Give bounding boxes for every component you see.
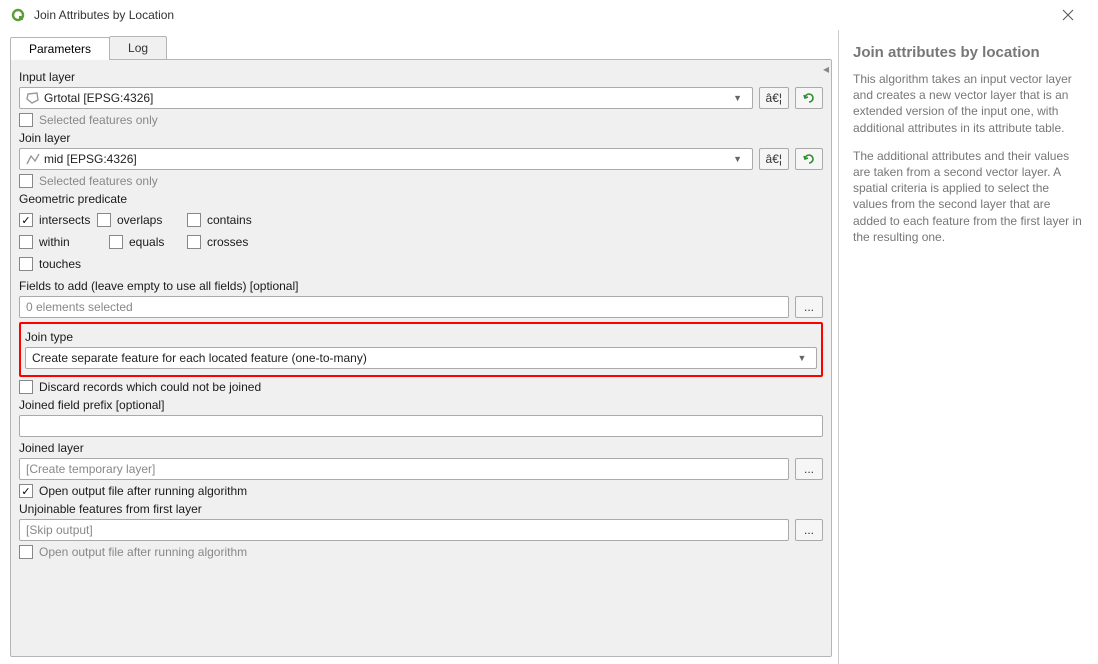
tab-log[interactable]: Log xyxy=(109,36,167,59)
join-type-combo[interactable]: Create separate feature for each located… xyxy=(25,347,817,369)
checkbox-icon: ✓ xyxy=(19,484,33,498)
input-layer-iterate-button[interactable] xyxy=(795,87,823,109)
chevron-down-icon: ▼ xyxy=(794,353,810,363)
join-layer-combo[interactable]: mid [EPSG:4326] ▼ xyxy=(19,148,753,170)
predicate-crosses-checkbox[interactable]: crosses xyxy=(187,235,277,249)
prefix-input[interactable] xyxy=(19,415,823,437)
chevron-down-icon: ▼ xyxy=(730,154,746,164)
left-panel: Parameters Log ◂ Input layer Grtotal [EP… xyxy=(0,30,838,664)
discard-unjoined-checkbox[interactable]: Discard records which could not be joine… xyxy=(19,380,823,394)
input-layer-label: Input layer xyxy=(19,70,823,84)
parameters-panel: ◂ Input layer Grtotal [EPSG:4326] ▼ â€¦ xyxy=(10,59,832,657)
tab-parameters[interactable]: Parameters xyxy=(10,37,110,60)
input-layer-browse-button[interactable]: â€¦ xyxy=(759,87,789,109)
discard-unjoined-label: Discard records which could not be joine… xyxy=(39,380,261,394)
window-title: Join Attributes by Location xyxy=(34,8,1048,22)
input-selected-only-checkbox[interactable]: Selected features only xyxy=(19,113,823,127)
join-layer-iterate-button[interactable] xyxy=(795,148,823,170)
joined-open-after-checkbox[interactable]: ✓ Open output file after running algorit… xyxy=(19,484,823,498)
help-paragraph-1: This algorithm takes an input vector lay… xyxy=(853,71,1084,136)
join-layer-browse-button[interactable]: â€¦ xyxy=(759,148,789,170)
join-layer-value: mid [EPSG:4326] xyxy=(44,152,730,166)
join-selected-only-checkbox[interactable]: Selected features only xyxy=(19,174,823,188)
unjoinable-browse-button[interactable]: ... xyxy=(795,519,823,541)
joined-open-after-label: Open output file after running algorithm xyxy=(39,484,247,498)
joined-layer-browse-button[interactable]: ... xyxy=(795,458,823,480)
predicate-group: ✓intersects overlaps contains within equ… xyxy=(19,209,319,275)
polygon-layer-icon xyxy=(26,91,40,105)
unjoinable-open-after-label: Open output file after running algorithm xyxy=(39,545,247,559)
unjoinable-placeholder: [Skip output] xyxy=(26,523,782,537)
join-type-highlight: Join type Create separate feature for ea… xyxy=(19,322,823,377)
predicate-label: Geometric predicate xyxy=(19,192,823,206)
predicate-contains-checkbox[interactable]: contains xyxy=(187,213,265,227)
close-button[interactable] xyxy=(1048,0,1088,30)
checkbox-icon xyxy=(19,113,33,127)
help-panel: Join attributes by location This algorit… xyxy=(838,30,1098,664)
titlebar: Join Attributes by Location xyxy=(0,0,1098,30)
predicate-overlaps-checkbox[interactable]: overlaps xyxy=(97,213,187,227)
joined-layer-output[interactable]: [Create temporary layer] xyxy=(19,458,789,480)
predicate-equals-checkbox[interactable]: equals xyxy=(109,235,187,249)
input-selected-only-label: Selected features only xyxy=(39,113,158,127)
tab-bar: Parameters Log xyxy=(10,36,832,59)
unjoinable-open-after-checkbox[interactable]: Open output file after running algorithm xyxy=(19,545,823,559)
help-title: Join attributes by location xyxy=(853,44,1084,61)
join-selected-only-label: Selected features only xyxy=(39,174,158,188)
joined-layer-placeholder: [Create temporary layer] xyxy=(26,462,782,476)
prefix-label: Joined field prefix [optional] xyxy=(19,398,823,412)
checkbox-icon xyxy=(19,380,33,394)
input-layer-combo[interactable]: Grtotal [EPSG:4326] ▼ xyxy=(19,87,753,109)
join-layer-label: Join layer xyxy=(19,131,823,145)
joined-layer-label: Joined layer xyxy=(19,441,823,455)
predicate-within-checkbox[interactable]: within xyxy=(19,235,109,249)
fields-to-add-value: 0 elements selected xyxy=(26,300,782,314)
line-layer-icon xyxy=(26,152,40,166)
join-type-label: Join type xyxy=(25,330,817,344)
chevron-down-icon: ▼ xyxy=(730,93,746,103)
fields-to-add-browse-button[interactable]: ... xyxy=(795,296,823,318)
checkbox-icon xyxy=(19,174,33,188)
input-layer-value: Grtotal [EPSG:4326] xyxy=(44,91,730,105)
help-paragraph-2: The additional attributes and their valu… xyxy=(853,148,1084,245)
predicate-touches-checkbox[interactable]: touches xyxy=(19,257,319,271)
checkbox-icon xyxy=(19,545,33,559)
unjoinable-label: Unjoinable features from first layer xyxy=(19,502,823,516)
join-type-value: Create separate feature for each located… xyxy=(32,351,794,365)
qgis-logo-icon xyxy=(10,7,26,23)
fields-to-add-label: Fields to add (leave empty to use all fi… xyxy=(19,279,823,293)
unjoinable-output[interactable]: [Skip output] xyxy=(19,519,789,541)
panel-scroll-indicator-icon: ◂ xyxy=(823,62,831,70)
fields-to-add-input[interactable]: 0 elements selected xyxy=(19,296,789,318)
predicate-intersects-checkbox[interactable]: ✓intersects xyxy=(19,213,97,227)
